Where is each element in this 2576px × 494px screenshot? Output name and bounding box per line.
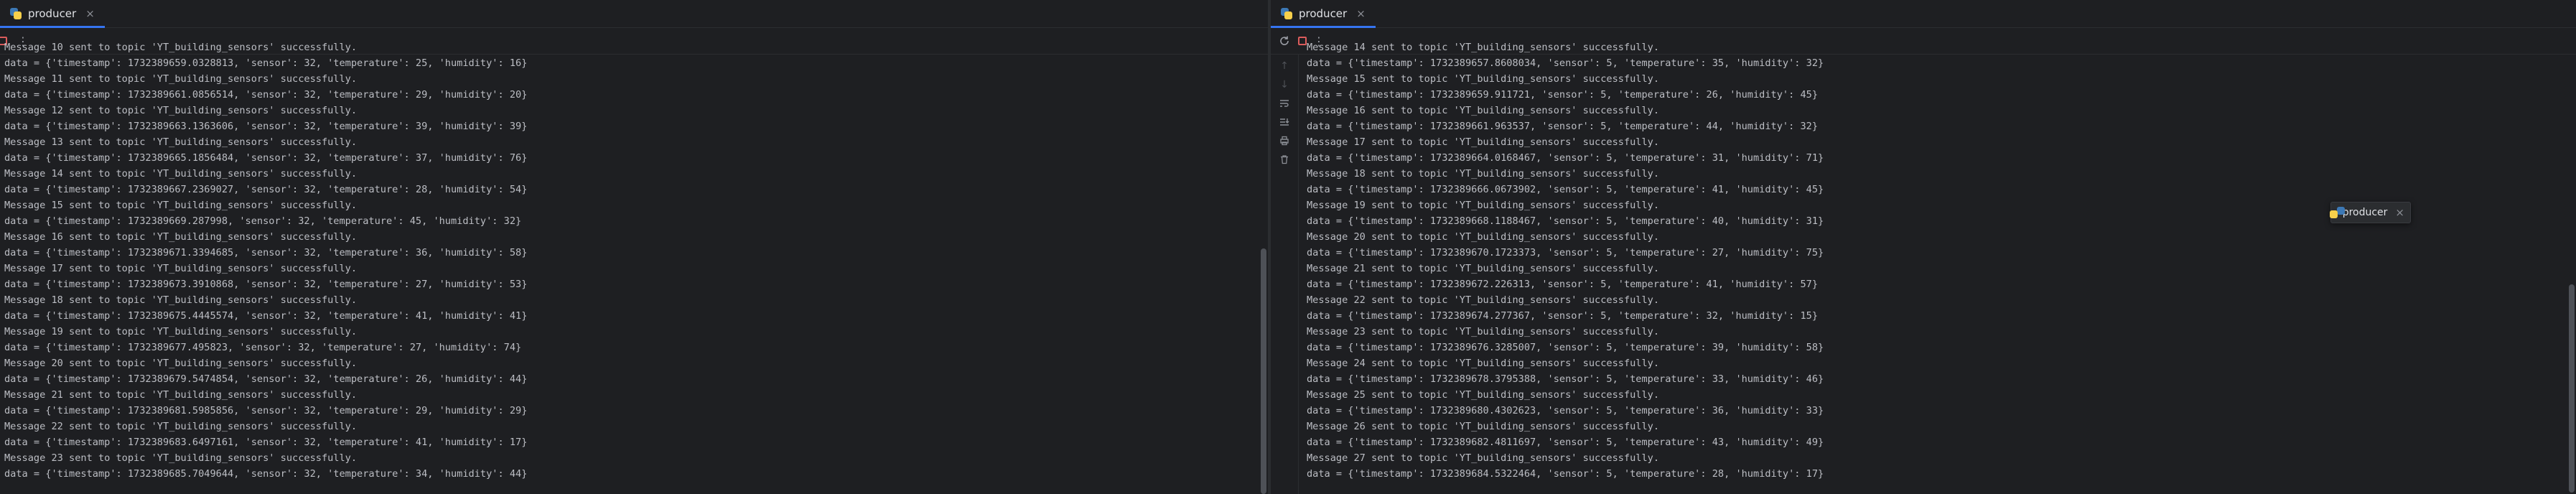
console-line: Message 21 sent to topic 'YT_building_se… xyxy=(1307,263,1660,274)
scroll-to-end-icon[interactable] xyxy=(1277,115,1292,129)
console-line: data = {'timestamp': 1732389682.4811697,… xyxy=(1307,437,1824,448)
console-line: data = {'timestamp': 1732389672.226313, … xyxy=(1307,279,1819,290)
console-line: Message 27 sent to topic 'YT_building_se… xyxy=(1307,452,1660,464)
console-line: Message 17 sent to topic 'YT_building_se… xyxy=(1307,136,1660,148)
console-line: data = {'timestamp': 1732389676.3285007,… xyxy=(1307,342,1824,353)
scroll-to-end-glyph xyxy=(1280,118,1289,126)
console-line: Message 18 sent to topic 'YT_building_se… xyxy=(1307,168,1660,180)
console-line: data = {'timestamp': 1732389675.4445574,… xyxy=(4,310,528,322)
floating-tab-label: producer xyxy=(2342,207,2388,218)
tab-bar: producer × xyxy=(0,0,1268,28)
console-line: Message 14 sent to topic 'YT_building_se… xyxy=(1307,42,1660,53)
down-arrow-icon[interactable]: ↓ xyxy=(1277,78,1292,92)
rerun-icon xyxy=(1280,36,1289,45)
console-line: Message 22 sent to topic 'YT_building_se… xyxy=(4,421,358,432)
console-output[interactable]: Message 14 sent to topic 'YT_building_se… xyxy=(1307,39,2562,494)
console-line: Message 18 sent to topic 'YT_building_se… xyxy=(4,294,358,306)
tab-bar: producer × xyxy=(1271,0,2576,28)
python-icon xyxy=(10,8,22,19)
console-line: Message 23 sent to topic 'YT_building_se… xyxy=(4,452,358,464)
console-side-toolbar: ↑ ↓ xyxy=(1271,55,1299,494)
soft-wrap-glyph xyxy=(1280,100,1289,107)
console-line: Message 14 sent to topic 'YT_building_se… xyxy=(4,168,358,180)
console-line: Message 21 sent to topic 'YT_building_se… xyxy=(4,389,358,401)
console-line: data = {'timestamp': 1732389661.963537, … xyxy=(1307,121,1819,132)
console-line: data = {'timestamp': 1732389674.277367, … xyxy=(1307,310,1819,322)
console-line: Message 12 sent to topic 'YT_building_se… xyxy=(4,105,358,116)
console-line: data = {'timestamp': 1732389659.0328813,… xyxy=(4,57,528,69)
console-line: data = {'timestamp': 1732389669.287998, … xyxy=(4,215,522,227)
python-icon xyxy=(2331,207,2343,218)
console-line: Message 16 sent to topic 'YT_building_se… xyxy=(1307,105,1660,116)
console-line: data = {'timestamp': 1732389673.3910868,… xyxy=(4,279,528,290)
scrollbar[interactable] xyxy=(2567,55,2575,494)
console-line: data = {'timestamp': 1732389666.0673902,… xyxy=(1307,184,1824,195)
stop-icon xyxy=(1298,37,1307,45)
console-line: Message 15 sent to topic 'YT_building_se… xyxy=(1307,73,1660,85)
print-glyph xyxy=(1280,136,1289,146)
python-icon xyxy=(1281,8,1292,19)
console-line: Message 10 sent to topic 'YT_building_se… xyxy=(4,42,358,53)
tab-producer[interactable]: producer × xyxy=(1271,0,1376,28)
tab-producer[interactable]: producer × xyxy=(0,0,105,28)
console-line: Message 23 sent to topic 'YT_building_se… xyxy=(1307,326,1660,337)
console-line: data = {'timestamp': 1732389657.8608034,… xyxy=(1307,57,1824,69)
console-line: Message 26 sent to topic 'YT_building_se… xyxy=(1307,421,1660,432)
console-line: Message 20 sent to topic 'YT_building_se… xyxy=(1307,231,1660,243)
scrollbar-thumb[interactable] xyxy=(2569,284,2575,493)
console-line: data = {'timestamp': 1732389681.5985856,… xyxy=(4,405,528,416)
up-arrow-icon[interactable]: ↑ xyxy=(1277,59,1292,73)
console-line: data = {'timestamp': 1732389663.1363606,… xyxy=(4,121,528,132)
floating-tab-producer[interactable]: producer × xyxy=(2330,202,2411,223)
console-line: data = {'timestamp': 1732389670.1723373,… xyxy=(1307,247,1824,258)
soft-wrap-icon[interactable] xyxy=(1277,96,1292,111)
console-line: data = {'timestamp': 1732389659.911721, … xyxy=(1307,89,1819,101)
scrollbar[interactable] xyxy=(1259,55,1266,494)
rerun-button[interactable] xyxy=(1277,34,1292,48)
console-output[interactable]: Message 10 sent to topic 'YT_building_se… xyxy=(4,39,1254,494)
console-line: data = {'timestamp': 1732389664.0168467,… xyxy=(1307,152,1824,164)
scrollbar-thumb[interactable] xyxy=(1261,248,1266,494)
console-line: data = {'timestamp': 1732389671.3394685,… xyxy=(4,247,528,258)
console-line: data = {'timestamp': 1732389661.0856514,… xyxy=(4,89,528,101)
console-line: Message 20 sent to topic 'YT_building_se… xyxy=(4,358,358,369)
trash-icon[interactable] xyxy=(1277,152,1292,167)
console-line: Message 19 sent to topic 'YT_building_se… xyxy=(4,326,358,337)
tab-label: producer xyxy=(1299,7,1348,20)
console-line: Message 24 sent to topic 'YT_building_se… xyxy=(1307,358,1660,369)
console-line: data = {'timestamp': 1732389665.1856484,… xyxy=(4,152,528,164)
close-icon[interactable]: × xyxy=(85,7,95,20)
console-line: data = {'timestamp': 1732389685.7049644,… xyxy=(4,468,528,480)
console-line: Message 11 sent to topic 'YT_building_se… xyxy=(4,73,358,85)
console-line: Message 16 sent to topic 'YT_building_se… xyxy=(4,231,358,243)
console-line: Message 17 sent to topic 'YT_building_se… xyxy=(4,263,358,274)
console-line: data = {'timestamp': 1732389667.2369027,… xyxy=(4,184,528,195)
console-line: data = {'timestamp': 1732389680.4302623,… xyxy=(1307,405,1824,416)
console-line: Message 22 sent to topic 'YT_building_se… xyxy=(1307,294,1660,306)
tab-label: producer xyxy=(28,7,77,20)
close-icon[interactable]: × xyxy=(2395,206,2404,219)
console-line: Message 25 sent to topic 'YT_building_se… xyxy=(1307,389,1660,401)
run-window-left: producer × ⋮ Message 10 sent to topic 'Y… xyxy=(0,0,1268,494)
console-line: data = {'timestamp': 1732389684.5322464,… xyxy=(1307,468,1824,480)
console-line: data = {'timestamp': 1732389677.495823, … xyxy=(4,342,522,353)
print-icon[interactable] xyxy=(1277,134,1292,148)
trash-glyph xyxy=(1281,155,1288,164)
console-line: Message 15 sent to topic 'YT_building_se… xyxy=(4,200,358,211)
console-line: data = {'timestamp': 1732389679.5474854,… xyxy=(4,373,528,385)
close-icon[interactable]: × xyxy=(1356,7,1366,20)
run-window-right: producer × ⋮ ↑ ↓ Message 14 sent to topi… xyxy=(1271,0,2576,494)
console-line: data = {'timestamp': 1732389678.3795388,… xyxy=(1307,373,1824,385)
console-line: data = {'timestamp': 1732389683.6497161,… xyxy=(4,437,528,448)
console-line: Message 13 sent to topic 'YT_building_se… xyxy=(4,136,358,148)
